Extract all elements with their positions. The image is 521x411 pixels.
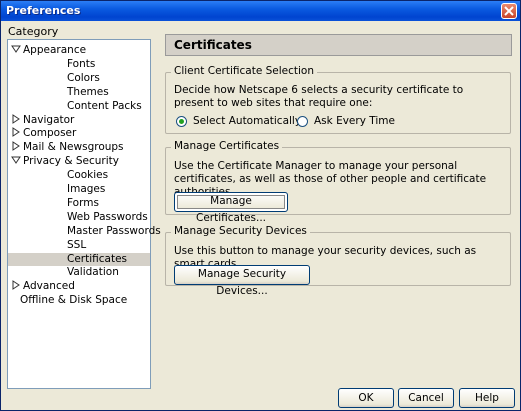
- sidebar-item-offline-disk-space[interactable]: Offline & Disk Space: [20, 294, 127, 307]
- sidebar-item-label: Mail & Newsgroups: [23, 141, 124, 154]
- sidebar-item-web-passwords[interactable]: Web Passwords: [67, 211, 148, 224]
- group-description: Decide how Netscape 6 selects a security…: [174, 84, 464, 109]
- sidebar-item-colors[interactable]: Colors: [67, 72, 100, 85]
- help-button[interactable]: Help: [459, 388, 515, 408]
- sidebar-item-composer[interactable]: Composer: [11, 127, 76, 140]
- sidebar-item-forms[interactable]: Forms: [67, 197, 99, 210]
- sidebar-item-certificates[interactable]: Certificates: [8, 252, 150, 266]
- sidebar-item-mail-newsgroups[interactable]: Mail & Newsgroups: [11, 141, 124, 154]
- sidebar-item-label: SSL: [67, 238, 87, 251]
- chevron-right-icon[interactable]: [11, 141, 21, 152]
- sidebar-item-label: Privacy & Security: [23, 155, 119, 168]
- sidebar-item-label: Appearance: [23, 44, 87, 56]
- sidebar-item-ssl[interactable]: SSL: [67, 239, 86, 252]
- manage-security-devices-group: Manage Security Devices Use this button …: [165, 225, 511, 297]
- cancel-button[interactable]: Cancel: [398, 388, 454, 408]
- sidebar-item-advanced[interactable]: Advanced: [11, 280, 75, 293]
- sidebar-item-appearance[interactable]: Appearance: [11, 44, 86, 57]
- window-title: Preferences: [6, 4, 81, 17]
- sidebar-item-validation[interactable]: Validation: [67, 266, 119, 279]
- sidebar-item-label: Certificates: [67, 252, 128, 265]
- sidebar-item-cookies[interactable]: Cookies: [67, 169, 108, 182]
- sidebar-item-label: Cookies: [67, 169, 109, 182]
- chevron-down-icon[interactable]: [11, 44, 21, 54]
- close-button[interactable]: [501, 3, 517, 19]
- sidebar-item-label: Navigator: [23, 113, 75, 126]
- sidebar-item-label: Colors: [67, 71, 100, 84]
- manage-security-devices-button[interactable]: Manage Security Devices...: [174, 265, 310, 297]
- manage-certificates-button[interactable]: Manage Certificates...: [174, 192, 288, 224]
- sidebar-item-label: Themes: [67, 85, 109, 98]
- manage-certificates-group: Manage Certificates Use the Certificate …: [165, 140, 511, 224]
- select-automatically-radio[interactable]: Select Automatically: [176, 115, 301, 127]
- sidebar-item-label: Composer: [23, 127, 77, 140]
- client-certificate-selection-group: Client Certificate Selection Decide how …: [165, 65, 511, 134]
- sidebar-item-label: Master Passwords: [67, 224, 161, 237]
- chevron-right-icon[interactable]: [11, 127, 21, 138]
- radio-label: Ask Every Time: [314, 115, 395, 127]
- sidebar-item-label: Web Passwords: [67, 210, 148, 223]
- group-legend: Client Certificate Selection: [171, 65, 318, 77]
- chevron-right-icon[interactable]: [11, 113, 21, 124]
- group-legend: Manage Security Devices: [171, 225, 310, 237]
- radio-indicator: [176, 115, 187, 127]
- sidebar-item-label: Fonts: [67, 57, 96, 70]
- page-title: Certificates: [165, 34, 512, 56]
- sidebar-item-fonts[interactable]: Fonts: [67, 58, 95, 71]
- sidebar-item-images[interactable]: Images: [67, 183, 105, 196]
- sidebar-item-label: Content Packs: [67, 99, 142, 112]
- sidebar-item-label: Offline & Disk Space: [20, 294, 128, 307]
- close-icon: [504, 6, 514, 16]
- title-bar[interactable]: Preferences: [1, 1, 520, 21]
- chevron-right-icon[interactable]: [11, 280, 21, 291]
- sidebar-item-content-packs[interactable]: Content Packs: [67, 100, 142, 113]
- group-legend: Manage Certificates: [171, 140, 283, 152]
- sidebar-item-themes[interactable]: Themes: [67, 86, 109, 99]
- sidebar-item-label: Forms: [67, 196, 99, 209]
- sidebar-item-privacy-security[interactable]: Privacy & Security: [11, 155, 119, 168]
- radio-indicator: [297, 115, 308, 127]
- sidebar-item-label: Validation: [67, 266, 119, 279]
- sidebar-item-master-passwords[interactable]: Master Passwords: [67, 225, 161, 238]
- sidebar-item-label: Advanced: [23, 280, 75, 293]
- ask-every-time-radio[interactable]: Ask Every Time: [297, 115, 395, 127]
- ok-button[interactable]: OK: [338, 388, 394, 408]
- category-tree[interactable]: Appearance Fonts Colors Themes Content Packs…: [7, 39, 161, 389]
- chevron-down-icon[interactable]: [11, 155, 21, 165]
- sidebar-item-label: Images: [67, 183, 106, 195]
- radio-label: Select Automatically: [193, 115, 302, 127]
- category-label: Category: [8, 25, 59, 38]
- sidebar-item-navigator[interactable]: Navigator: [11, 114, 74, 127]
- preferences-window: Preferences Category Appearance Fonts Colo…: [0, 0, 521, 411]
